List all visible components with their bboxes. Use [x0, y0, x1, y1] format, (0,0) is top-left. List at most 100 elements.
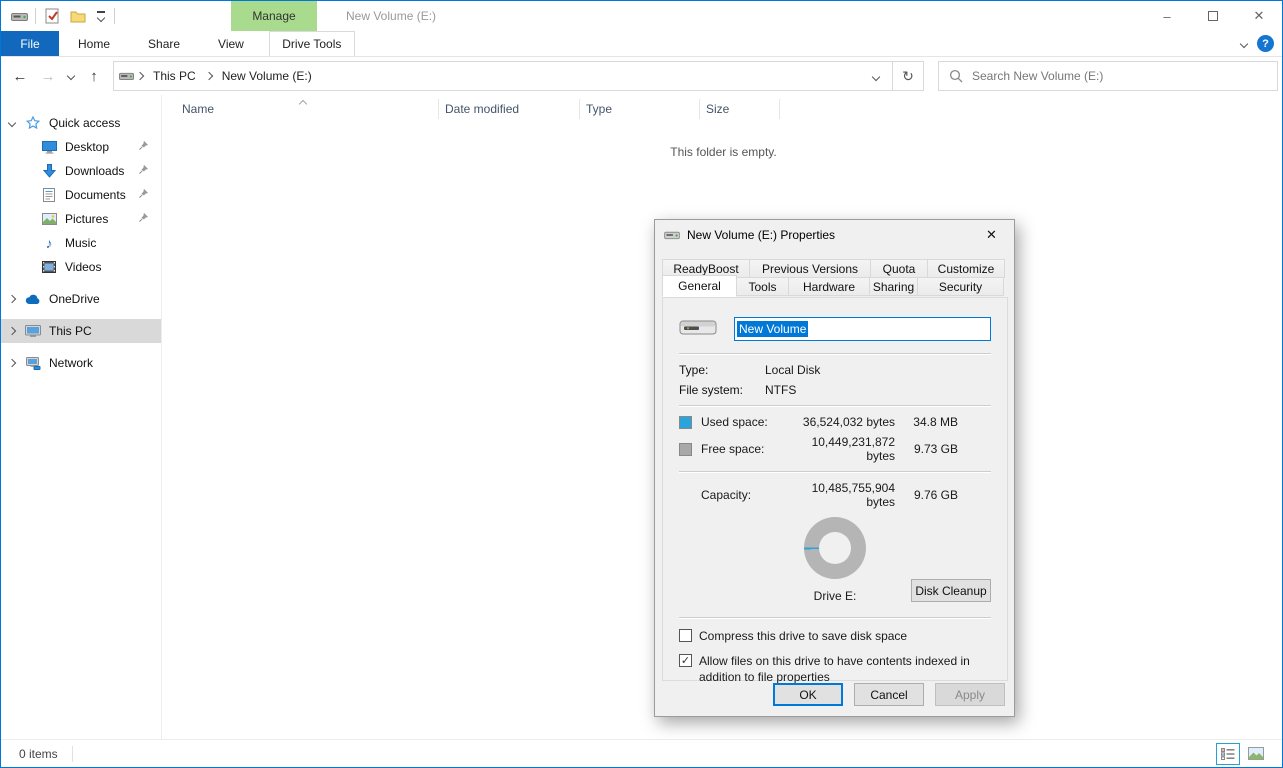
tab-file[interactable]: File	[1, 31, 59, 56]
column-header-size[interactable]: Size	[700, 99, 780, 119]
tab-previous-versions[interactable]: Previous Versions	[749, 259, 871, 278]
expander-icon[interactable]	[8, 295, 16, 303]
sidebar-item-label: Music	[65, 236, 96, 250]
sidebar-item-label: Desktop	[65, 140, 109, 154]
sidebar-item-desktop[interactable]: Desktop	[1, 135, 161, 159]
volume-label-input[interactable]: New Volume	[734, 317, 991, 341]
sidebar-item-videos[interactable]: Videos	[1, 255, 161, 279]
compress-checkbox-row: Compress this drive to save disk space	[679, 628, 991, 644]
downloads-icon	[41, 163, 57, 179]
address-dropdown-icon[interactable]	[864, 69, 888, 83]
this-pc-icon	[25, 323, 41, 339]
back-button[interactable]: ←	[7, 63, 33, 89]
sidebar-item-documents[interactable]: Documents	[1, 183, 161, 207]
address-bar[interactable]: This PC New Volume (E:)	[113, 61, 893, 91]
help-icon[interactable]: ?	[1257, 35, 1274, 52]
sidebar-item-onedrive[interactable]: OneDrive	[1, 287, 161, 311]
tab-home[interactable]: Home	[59, 31, 129, 56]
checkbox-label: Compress this drive to save disk space	[699, 628, 991, 644]
tab-sharing[interactable]: Sharing	[869, 277, 918, 296]
field-value: Local Disk	[765, 363, 820, 377]
expander-icon[interactable]	[8, 327, 16, 335]
drive-row: Drive E: Disk Cleanup	[679, 583, 991, 609]
index-checkbox[interactable]: ✓	[679, 654, 692, 667]
column-headers: Name Date modified Type Size	[162, 95, 1282, 123]
tab-drive-tools[interactable]: Drive Tools	[269, 31, 355, 56]
expand-ribbon-icon[interactable]	[1240, 39, 1248, 47]
videos-icon	[41, 259, 57, 275]
tab-customize[interactable]: Customize	[927, 259, 1005, 278]
maximize-button[interactable]	[1190, 1, 1236, 31]
sidebar-item-pictures[interactable]: Pictures	[1, 207, 161, 231]
tab-quota[interactable]: Quota	[870, 259, 928, 278]
tab-tools[interactable]: Tools	[736, 277, 789, 296]
up-button[interactable]: ↑	[81, 63, 107, 89]
sidebar-item-this-pc[interactable]: This PC	[1, 319, 161, 343]
sidebar-item-label: This PC	[49, 324, 92, 338]
minimize-button[interactable]: –	[1144, 1, 1190, 31]
expander-icon[interactable]	[8, 359, 16, 367]
drive-icon	[664, 227, 680, 243]
ok-button[interactable]: OK	[773, 683, 843, 706]
separator	[679, 353, 991, 355]
dialog-close-button[interactable]: ✕	[969, 220, 1014, 250]
ribbon-right-controls: ?	[1241, 31, 1282, 56]
sidebar-item-downloads[interactable]: Downloads	[1, 159, 161, 183]
selected-text: New Volume	[737, 321, 808, 337]
disk-cleanup-button[interactable]: Disk Cleanup	[911, 579, 991, 602]
pictures-icon	[41, 211, 57, 227]
separator	[679, 471, 991, 473]
expander-icon[interactable]	[8, 119, 16, 127]
title-bar: Manage New Volume (E:) – ✕	[1, 1, 1282, 31]
customize-toolbar-icon[interactable]	[94, 11, 108, 21]
window-title: New Volume (E:)	[346, 1, 436, 31]
free-space-row: Free space: 10,449,231,872 bytes 9.73 GB	[679, 435, 991, 463]
search-box[interactable]: Search New Volume (E:)	[938, 61, 1278, 91]
cancel-button[interactable]: Cancel	[854, 683, 924, 706]
sidebar-item-quick-access[interactable]: Quick access	[1, 111, 161, 135]
music-icon: ♪	[41, 235, 57, 251]
dialog-tabs-row2: General Tools Hardware Sharing Security	[662, 277, 1008, 297]
column-header-date-modified[interactable]: Date modified	[439, 99, 580, 119]
recent-locations-icon[interactable]	[63, 63, 79, 89]
sidebar-item-network[interactable]: Network	[1, 351, 161, 375]
refresh-button[interactable]: ↻	[893, 61, 924, 91]
usage-size: 9.73 GB	[895, 442, 991, 456]
breadcrumb-new-volume[interactable]: New Volume (E:)	[215, 62, 319, 90]
tab-general[interactable]: General	[662, 275, 737, 297]
drive-large-icon	[679, 314, 717, 343]
tab-share[interactable]: Share	[129, 31, 199, 56]
toolbar-separator	[35, 8, 36, 24]
tab-view[interactable]: View	[199, 31, 263, 56]
search-placeholder: Search New Volume (E:)	[972, 69, 1103, 83]
search-icon	[949, 69, 963, 83]
properties-icon[interactable]	[42, 5, 62, 27]
capacity-row: Capacity: 10,485,755,904 bytes 9.76 GB	[679, 481, 991, 509]
apply-button[interactable]: Apply	[935, 683, 1005, 706]
forward-button[interactable]: →	[35, 63, 61, 89]
tab-security[interactable]: Security	[917, 277, 1004, 296]
breadcrumb-chevron-icon[interactable]	[204, 72, 212, 80]
separator	[679, 617, 991, 619]
used-space-swatch	[679, 416, 692, 429]
new-folder-icon[interactable]	[68, 5, 88, 27]
large-icons-view-button[interactable]	[1244, 743, 1268, 765]
tab-hardware[interactable]: Hardware	[788, 277, 870, 296]
sidebar-gap	[1, 311, 161, 319]
close-button[interactable]: ✕	[1236, 1, 1282, 31]
compress-checkbox[interactable]	[679, 629, 692, 642]
contextual-tab-group[interactable]: Manage	[231, 1, 317, 31]
usage-donut-wrap	[679, 517, 991, 579]
usage-label: Free space:	[701, 442, 787, 456]
breadcrumb-this-pc[interactable]: This PC	[146, 62, 203, 90]
field-label: Type:	[679, 363, 765, 377]
sidebar-item-label: Network	[49, 356, 93, 370]
details-view-button[interactable]	[1216, 743, 1240, 765]
column-header-type[interactable]: Type	[580, 99, 700, 119]
capacity-size: 9.76 GB	[895, 488, 991, 502]
breadcrumb-chevron-icon[interactable]	[136, 72, 144, 80]
general-tab-page: New Volume Type: Local Disk File system:…	[662, 297, 1008, 681]
sidebar-item-music[interactable]: ♪ Music	[1, 231, 161, 255]
sidebar-gap	[1, 279, 161, 287]
pin-icon	[138, 212, 149, 226]
